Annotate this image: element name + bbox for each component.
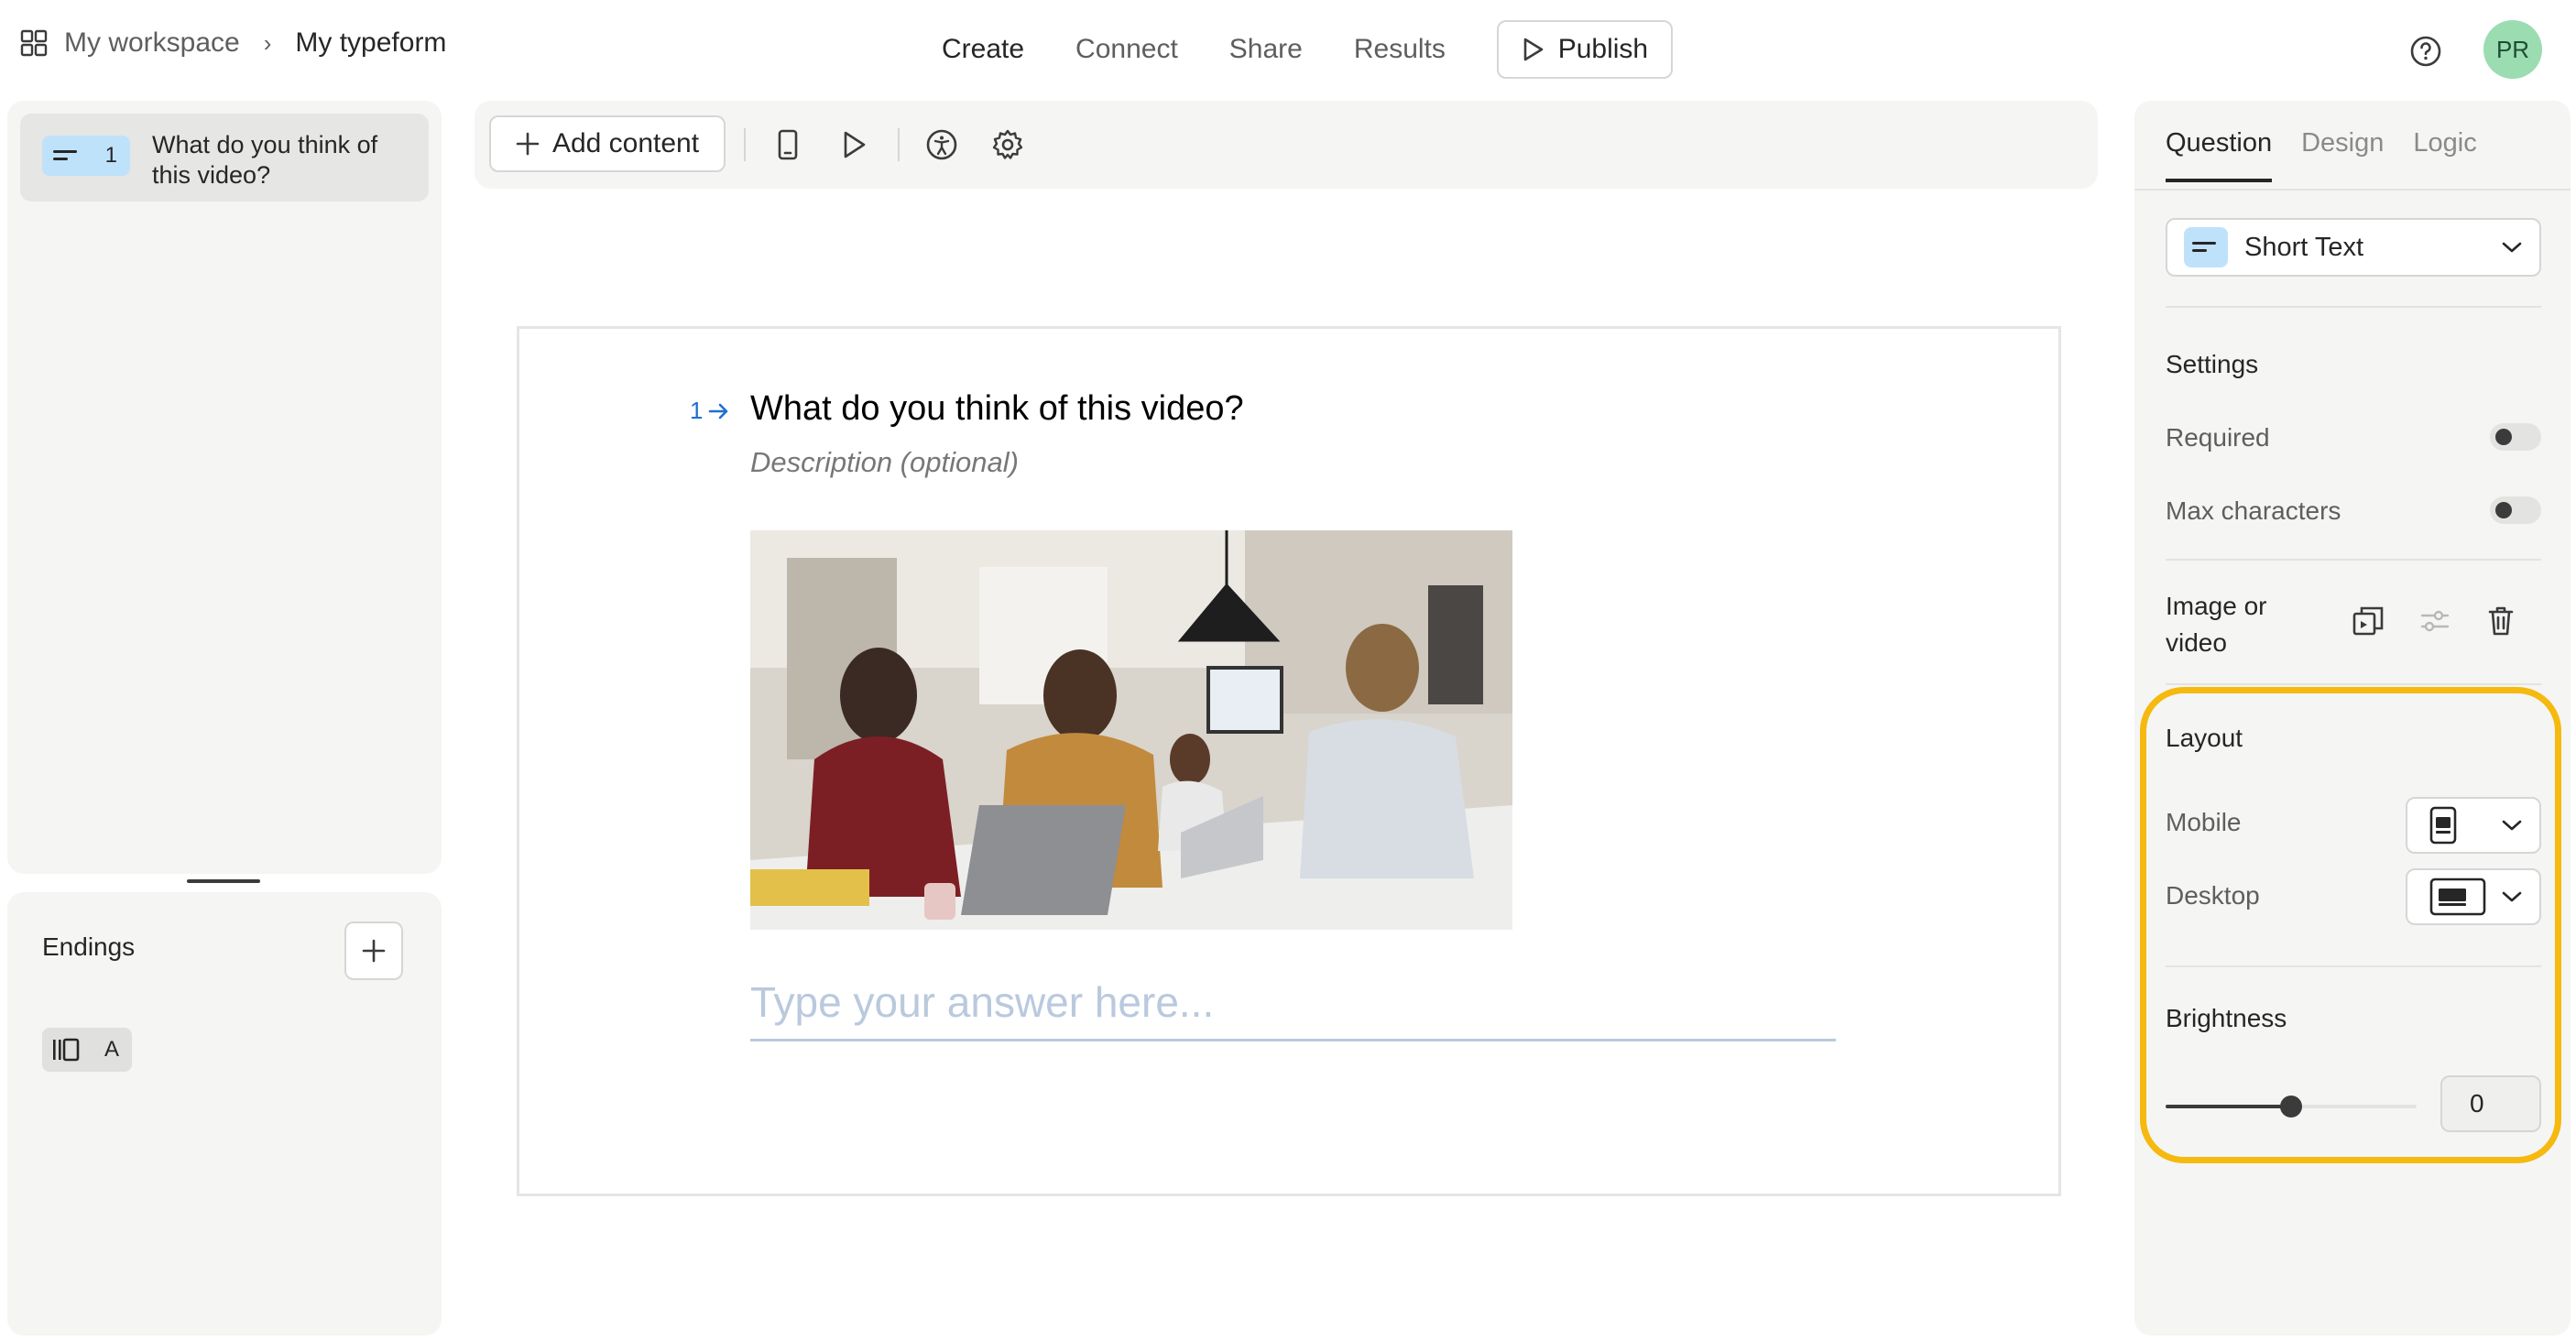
trash-icon[interactable] — [2483, 603, 2519, 639]
help-icon[interactable] — [2409, 35, 2442, 68]
tab-logic[interactable]: Logic — [2413, 128, 2476, 182]
workspace-grid-icon[interactable] — [20, 29, 48, 57]
question-type-badge: 1 — [42, 136, 130, 176]
ending-label: A — [104, 1037, 119, 1062]
adjust-sliders-icon[interactable] — [2417, 603, 2453, 639]
change-media-icon[interactable] — [2351, 603, 2387, 639]
publish-label: Publish — [1557, 34, 1649, 64]
breadcrumb-separator: › — [263, 28, 272, 57]
answer-input[interactable]: Type your answer here... — [750, 977, 1836, 1041]
layout-section-highlight — [2140, 687, 2561, 1163]
editor-toolbar: Add content — [475, 101, 2098, 189]
nav-create[interactable]: Create — [942, 34, 1024, 65]
max-characters-label: Max characters — [2166, 496, 2341, 525]
section-divider — [2166, 683, 2541, 685]
tab-design[interactable]: Design — [2301, 128, 2384, 182]
question-number-label: 1 — [690, 397, 730, 425]
nav-share[interactable]: Share — [1229, 34, 1303, 65]
breadcrumb-workspace-link[interactable]: My workspace — [64, 27, 240, 59]
max-characters-toggle[interactable] — [2490, 496, 2541, 524]
panel-resize-handle[interactable] — [187, 879, 260, 883]
question-media-image[interactable] — [750, 530, 1512, 930]
endings-panel: Endings A — [7, 892, 442, 1336]
chevron-down-icon — [2502, 242, 2522, 253]
user-avatar[interactable]: PR — [2483, 20, 2542, 79]
add-content-button[interactable]: Add content — [489, 115, 726, 172]
toolbar-divider — [744, 128, 746, 161]
question-description[interactable]: Description (optional) — [750, 446, 1019, 479]
toolbar-divider — [898, 128, 900, 161]
top-bar: My workspace › My typeform Create Connec… — [0, 0, 2576, 99]
short-text-icon — [2184, 227, 2228, 267]
question-list-label: What do you think of this video? — [152, 131, 378, 189]
question-number-text: 1 — [690, 397, 704, 424]
plus-icon — [362, 939, 386, 963]
short-text-icon — [53, 150, 77, 160]
nav-results[interactable]: Results — [1354, 34, 1446, 65]
plus-icon — [516, 132, 540, 156]
question-number: 1 — [104, 143, 117, 168]
nav-connect[interactable]: Connect — [1075, 34, 1178, 65]
ending-icon — [53, 1038, 80, 1062]
questions-panel: 1 What do you think of this video? — [7, 101, 442, 874]
question-canvas: 1 What do you think of this video? Descr… — [517, 326, 2061, 1196]
breadcrumb: My workspace › My typeform — [20, 27, 446, 59]
settings-icon[interactable] — [991, 128, 1024, 161]
image-video-label: Image or video — [2166, 592, 2267, 657]
question-title[interactable]: What do you think of this video? — [750, 389, 1244, 429]
section-divider — [2166, 559, 2541, 561]
endings-title: Endings — [42, 932, 136, 961]
question-type-select[interactable]: Short Text — [2166, 218, 2541, 277]
section-divider — [2166, 306, 2541, 308]
settings-title: Settings — [2166, 350, 2259, 378]
add-content-label: Add content — [551, 128, 700, 158]
question-type-label: Short Text — [2244, 232, 2364, 262]
publish-button[interactable]: Publish — [1496, 20, 1673, 79]
tabs-divider — [2134, 189, 2571, 191]
accessibility-icon[interactable] — [925, 128, 958, 161]
mobile-preview-icon[interactable] — [771, 128, 804, 161]
required-label: Required — [2166, 423, 2270, 452]
breadcrumb-form-name[interactable]: My typeform — [295, 27, 446, 59]
add-ending-button[interactable] — [344, 921, 403, 980]
play-icon[interactable] — [837, 128, 870, 161]
ending-item[interactable]: A — [42, 1028, 132, 1072]
panel-tabs: Question Design Logic — [2166, 128, 2477, 182]
required-toggle[interactable] — [2490, 423, 2541, 451]
main-nav: Create Connect Share Results Publish — [942, 20, 1673, 79]
arrow-right-icon — [709, 403, 728, 419]
question-list-item[interactable]: 1 What do you think of this video? — [20, 114, 429, 202]
play-icon — [1523, 38, 1544, 61]
tab-question[interactable]: Question — [2166, 128, 2273, 182]
